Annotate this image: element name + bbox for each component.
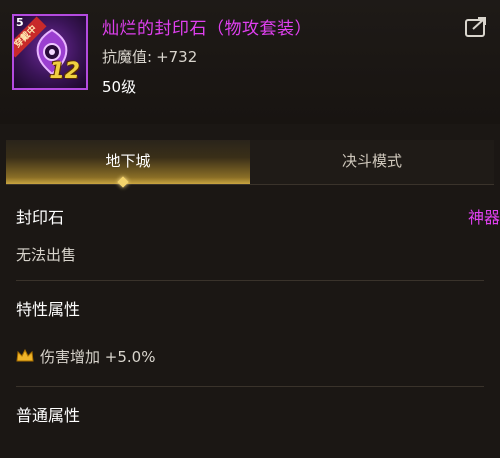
item-icon[interactable]: 5 穿戴中 12 (12, 14, 88, 90)
normal-props-title: 普通属性 (16, 406, 81, 425)
divider (16, 280, 484, 281)
divider (16, 386, 484, 387)
tab-dungeon[interactable]: 地下城 (6, 140, 250, 184)
share-button[interactable] (464, 16, 488, 38)
item-type: 封印石 (16, 208, 65, 227)
mode-tabs: 地下城 决斗模式 (6, 140, 494, 185)
item-name: 灿烂的封印石（物攻套装） (102, 19, 312, 39)
magic-resist-label: 抗魔值: (102, 48, 153, 66)
share-icon (465, 17, 486, 37)
crown-icon (16, 348, 34, 367)
special-prop-row: 伤害增加 +5.0% (16, 346, 155, 367)
magic-resist-value: +732 (156, 48, 198, 66)
item-header: 5 穿戴中 12 灿烂的封印石（物攻套装） 抗魔值: +732 50级 (0, 0, 500, 124)
special-props-title: 特性属性 (16, 300, 81, 319)
magic-resist-stat: 抗魔值: +732 (102, 46, 197, 67)
icon-number-badge: 12 (49, 59, 80, 84)
level-requirement: 50级 (102, 78, 137, 96)
trade-restriction: 无法出售 (16, 246, 77, 264)
special-prop-text: 伤害增加 +5.0% (40, 348, 156, 366)
item-rarity: 神器 (467, 208, 500, 227)
icon-level-number: 5 (16, 16, 24, 29)
tab-pvp[interactable]: 决斗模式 (250, 140, 494, 184)
